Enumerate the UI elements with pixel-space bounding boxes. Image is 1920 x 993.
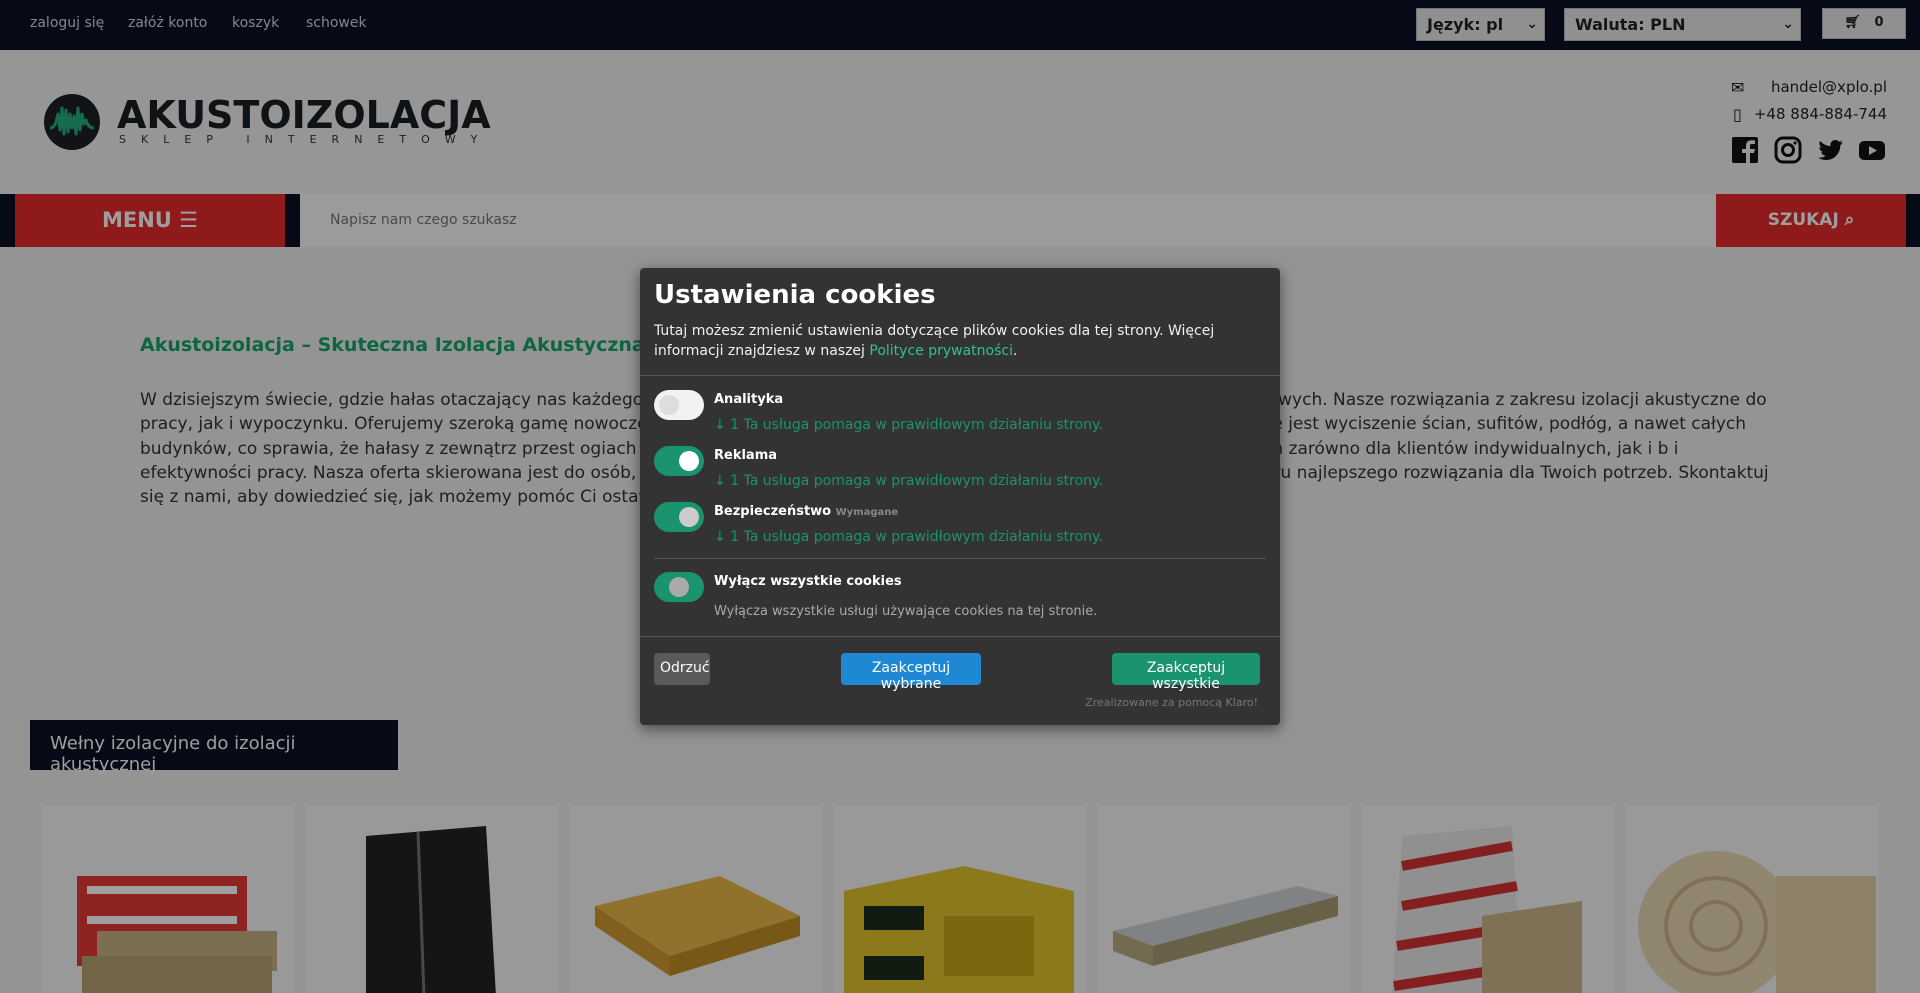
toggle-knob — [669, 577, 689, 597]
decline-button[interactable]: Odrzuć — [654, 653, 710, 685]
disable-all-toggle[interactable] — [654, 572, 704, 602]
modal-description: Tutaj możesz zmienić ustawienia dotycząc… — [654, 321, 1264, 361]
divider — [640, 375, 1280, 376]
toggle-knob — [679, 451, 699, 471]
cookie-settings-modal: Ustawienia cookies Tutaj możesz zmienić … — [640, 268, 1280, 725]
accept-all-button[interactable]: Zaakceptuj wszystkie — [1112, 653, 1260, 692]
security-label-text: Bezpieczeństwo — [714, 504, 832, 519]
accept-selected-button[interactable]: Zaakceptuj wybrane — [841, 653, 981, 692]
modal-description-end: . — [1012, 343, 1018, 359]
disable-all-label[interactable]: Wyłącz wszystkie cookies — [714, 574, 902, 589]
modal-title: Ustawienia cookies — [654, 280, 936, 310]
privacy-policy-link[interactable]: Polityce prywatności — [869, 343, 1013, 359]
analytics-label[interactable]: Analityka — [714, 392, 783, 407]
divider — [654, 558, 1266, 559]
toggle-knob — [679, 507, 699, 527]
divider — [640, 636, 1280, 637]
analytics-toggle[interactable] — [654, 390, 704, 420]
advertising-toggle[interactable] — [654, 446, 704, 476]
security-label[interactable]: Bezpieczeństwo Wymagane — [714, 504, 898, 519]
advertising-note[interactable]: ↓ 1 Ta usługa pomaga w prawidłowym dział… — [714, 473, 1103, 489]
klaro-credit-link[interactable]: Zrealizowane za pomocą Klaro! — [1085, 696, 1258, 709]
analytics-note[interactable]: ↓ 1 Ta usługa pomaga w prawidłowym dział… — [714, 417, 1103, 433]
toggle-knob — [659, 395, 679, 415]
required-badge: Wymagane — [835, 507, 899, 518]
security-note[interactable]: ↓ 1 Ta usługa pomaga w prawidłowym dział… — [714, 529, 1103, 545]
disable-all-desc: Wyłącza wszystkie usługi używające cooki… — [714, 604, 1098, 619]
advertising-label[interactable]: Reklama — [714, 448, 777, 463]
security-toggle[interactable] — [654, 502, 704, 532]
